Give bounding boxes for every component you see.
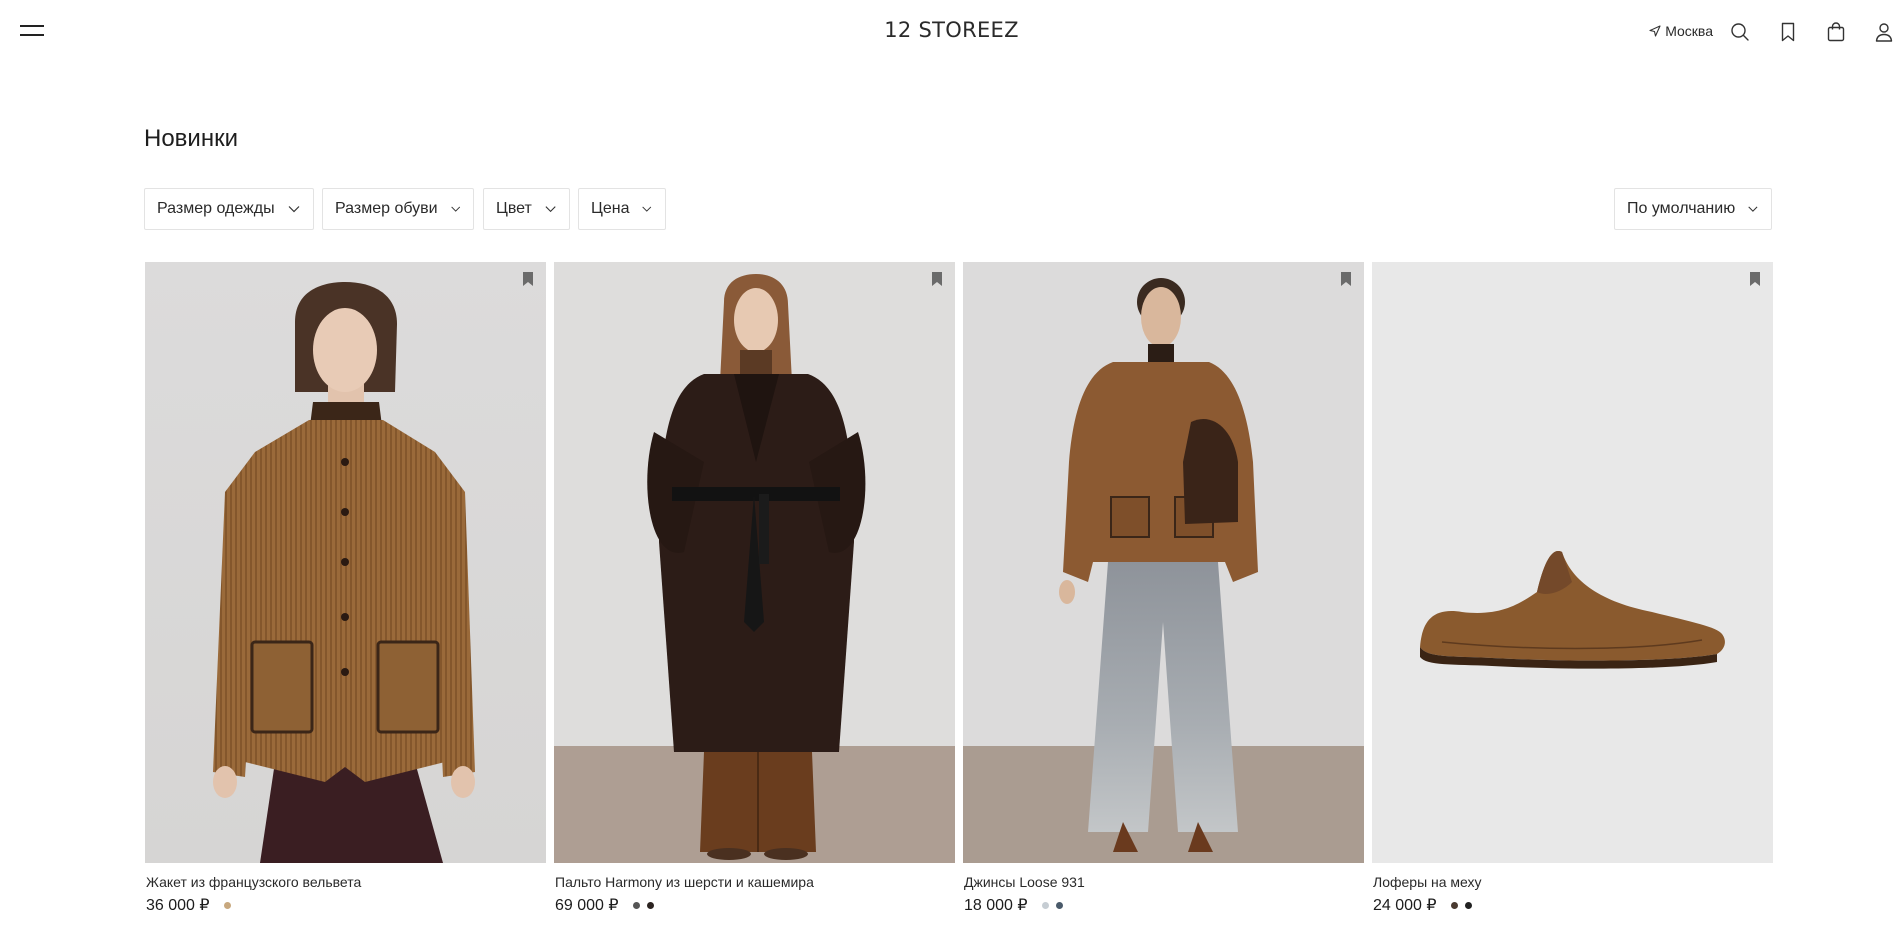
sort-label: По умолчанию <box>1627 200 1736 217</box>
bookmark-icon[interactable] <box>1776 20 1800 44</box>
site-logo[interactable]: 12 STOREEZ <box>0 18 1903 42</box>
chevron-down-icon <box>450 206 460 212</box>
chevron-down-icon <box>288 206 300 213</box>
filter-label: Цена <box>591 200 630 217</box>
product-card[interactable]: Лоферы на меху 24 000 ₽ <box>1372 262 1773 914</box>
product-image[interactable] <box>554 262 955 863</box>
bookmark-icon[interactable] <box>522 271 534 287</box>
color-swatch[interactable] <box>1041 901 1049 909</box>
chevron-down-icon <box>1748 206 1758 212</box>
user-icon[interactable] <box>1872 20 1896 44</box>
bookmark-icon[interactable] <box>1340 271 1352 287</box>
color-swatch[interactable] <box>1055 901 1063 909</box>
chevron-down-icon <box>642 206 652 212</box>
filter-label: Размер обуви <box>335 200 438 217</box>
color-swatches <box>223 901 238 909</box>
price-row: 24 000 ₽ <box>1373 895 1479 915</box>
filter-label: Размер одежды <box>157 200 275 217</box>
product-image[interactable] <box>963 262 1364 863</box>
product-price: 69 000 ₽ <box>555 897 619 914</box>
chevron-down-icon <box>545 206 556 213</box>
color-swatch[interactable] <box>1464 901 1472 909</box>
color-swatch[interactable] <box>223 901 231 909</box>
color-swatch[interactable] <box>646 901 654 909</box>
product-image[interactable] <box>1372 262 1773 863</box>
search-icon[interactable] <box>1728 20 1752 44</box>
color-swatches <box>1450 901 1479 909</box>
product-name[interactable]: Джинсы Loose 931 <box>964 874 1085 890</box>
filter-clothing-size[interactable]: Размер одежды <box>144 188 314 230</box>
price-row: 69 000 ₽ <box>555 895 661 915</box>
color-swatch[interactable] <box>632 901 640 909</box>
site-header: 12 STOREEZ Москва <box>0 0 1903 64</box>
product-card[interactable]: Джинсы Loose 931 18 000 ₽ <box>963 262 1364 914</box>
color-swatches <box>632 901 661 909</box>
search-icon[interactable] <box>1421 20 1445 44</box>
product-price: 24 000 ₽ <box>1373 897 1437 914</box>
product-name[interactable]: Лоферы на меху <box>1373 874 1482 890</box>
product-name[interactable]: Пальто Harmony из шерсти и кашемира <box>555 874 814 890</box>
filter-color[interactable]: Цвет <box>483 188 570 230</box>
bookmark-icon[interactable] <box>1749 271 1761 287</box>
filter-label: Цвет <box>496 200 532 217</box>
sort-dropdown[interactable]: По умолчанию <box>1614 188 1772 230</box>
bag-icon[interactable] <box>1824 20 1848 44</box>
color-swatch[interactable] <box>1450 901 1458 909</box>
filter-shoe-size[interactable]: Размер обуви <box>322 188 474 230</box>
city-label: Москва <box>1665 23 1713 39</box>
product-price: 18 000 ₽ <box>964 897 1028 914</box>
price-row: 36 000 ₽ <box>146 895 238 915</box>
filter-price[interactable]: Цена <box>578 188 666 230</box>
page-title: Новинки <box>144 125 238 152</box>
product-card[interactable]: Пальто Harmony из шерсти и кашемира 69 0… <box>554 262 955 914</box>
color-swatches <box>1041 901 1070 909</box>
product-name[interactable]: Жакет из французского вельвета <box>146 874 361 890</box>
location-arrow-icon <box>1649 25 1661 37</box>
product-image[interactable] <box>145 262 546 863</box>
product-price: 36 000 ₽ <box>146 897 210 914</box>
product-card[interactable]: Жакет из французского вельвета 36 000 ₽ <box>145 262 546 914</box>
bookmark-icon[interactable] <box>931 271 943 287</box>
city-selector[interactable]: Москва <box>1649 23 1713 39</box>
price-row: 18 000 ₽ <box>964 895 1070 915</box>
